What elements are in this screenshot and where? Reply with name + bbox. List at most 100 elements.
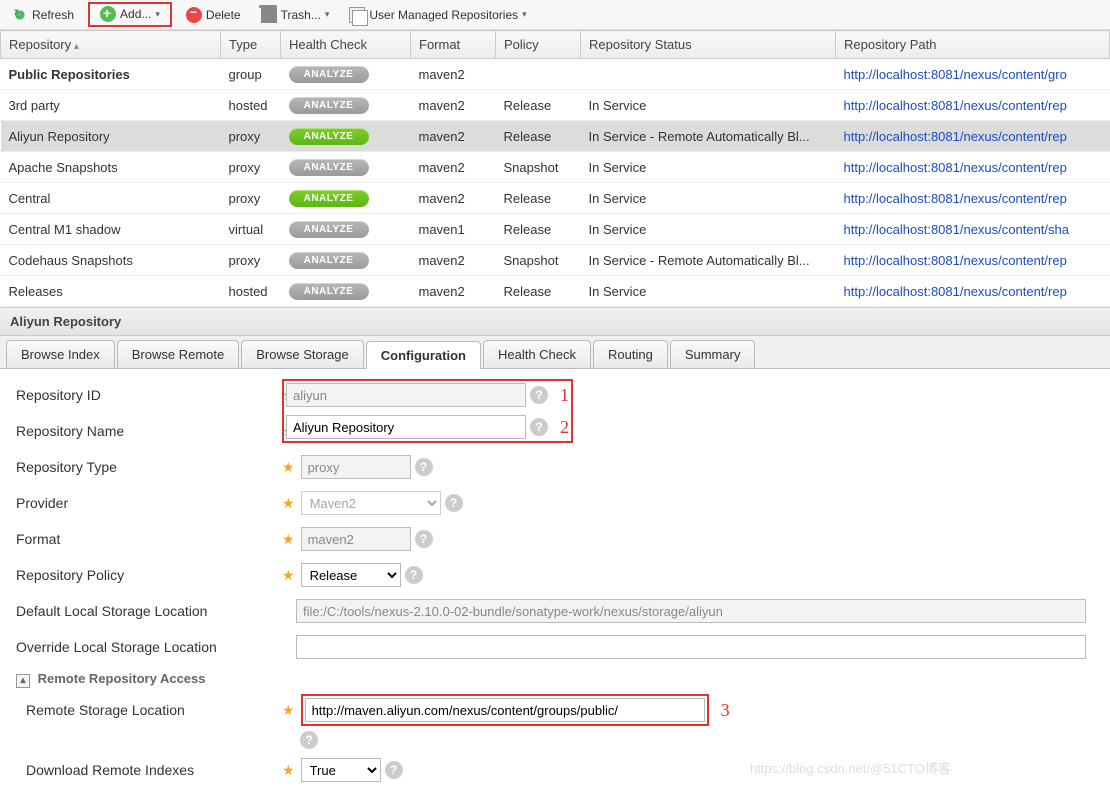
help-icon[interactable]: ? xyxy=(415,530,433,548)
table-row[interactable]: 3rd partyhostedANALYZEmaven2ReleaseIn Se… xyxy=(1,90,1110,121)
col-type[interactable]: Type xyxy=(221,31,281,59)
col-status[interactable]: Repository Status xyxy=(581,31,836,59)
repo-path-link[interactable]: http://localhost:8081/nexus/content/rep xyxy=(844,98,1067,113)
cell-format: maven2 xyxy=(411,183,496,214)
required-star: ★ xyxy=(282,495,295,512)
cell-policy: Release xyxy=(496,90,581,121)
col-path[interactable]: Repository Path xyxy=(836,31,1110,59)
help-icon[interactable]: ? xyxy=(385,761,403,779)
collapse-icon[interactable]: ▴ xyxy=(16,674,30,688)
table-row[interactable]: ReleaseshostedANALYZEmaven2ReleaseIn Ser… xyxy=(1,276,1110,307)
remote-location-label: Remote Storage Location xyxy=(12,702,282,718)
repo-path-link[interactable]: http://localhost:8081/nexus/content/rep xyxy=(844,284,1067,299)
user-managed-button[interactable]: User Managed Repositories ▾ xyxy=(343,5,532,25)
cell-path: http://localhost:8081/nexus/content/rep xyxy=(836,183,1110,214)
repo-name-label: Repository Name xyxy=(12,423,282,439)
analyze-button[interactable]: ANALYZE xyxy=(289,221,369,238)
help-icon[interactable]: ? xyxy=(415,458,433,476)
help-icon[interactable]: ? xyxy=(530,418,548,436)
tab-browse-remote[interactable]: Browse Remote xyxy=(117,340,239,368)
analyze-button[interactable]: ANALYZE xyxy=(289,190,369,207)
analyze-button[interactable]: ANALYZE xyxy=(289,159,369,176)
download-indexes-select[interactable]: True xyxy=(301,758,381,782)
configuration-form: ? 1 ? 2 Repository ID ★ Repository Name … xyxy=(0,369,1110,800)
remote-location-input[interactable] xyxy=(305,698,705,722)
cell-path: http://localhost:8081/nexus/content/rep xyxy=(836,276,1110,307)
repo-path-link[interactable]: http://localhost:8081/nexus/content/sha xyxy=(844,222,1070,237)
col-format[interactable]: Format xyxy=(411,31,496,59)
required-star: ★ xyxy=(282,762,295,779)
repo-type-label: Repository Type xyxy=(12,459,282,475)
cell-health: ANALYZE xyxy=(281,214,411,245)
cell-name: Central M1 shadow xyxy=(1,214,221,245)
analyze-button[interactable]: ANALYZE xyxy=(289,252,369,269)
toolbar: Refresh Add... ▾ Delete Trash... ▾ User … xyxy=(0,0,1110,30)
default-local-input[interactable] xyxy=(296,599,1086,623)
add-icon xyxy=(100,6,116,22)
add-button[interactable]: Add... ▾ xyxy=(94,4,166,24)
col-health[interactable]: Health Check xyxy=(281,31,411,59)
delete-button[interactable]: Delete xyxy=(180,5,247,25)
required-star: ★ xyxy=(282,702,295,719)
cell-type: proxy xyxy=(221,152,281,183)
annotation-2: 2 xyxy=(560,417,569,438)
cell-type: hosted xyxy=(221,90,281,121)
cell-policy xyxy=(496,59,581,90)
repo-path-link[interactable]: http://localhost:8081/nexus/content/rep xyxy=(844,191,1067,206)
panel-title: Aliyun Repository xyxy=(0,307,1110,336)
format-input[interactable] xyxy=(301,527,411,551)
analyze-button[interactable]: ANALYZE xyxy=(289,66,369,83)
repository-type-input[interactable] xyxy=(301,455,411,479)
refresh-button[interactable]: Refresh xyxy=(6,5,80,25)
col-repository[interactable]: Repository xyxy=(1,31,221,59)
repository-id-input[interactable] xyxy=(286,383,526,407)
provider-label: Provider xyxy=(12,495,282,511)
table-row[interactable]: Public RepositoriesgroupANALYZEmaven2htt… xyxy=(1,59,1110,90)
repository-name-input[interactable] xyxy=(286,415,526,439)
format-label: Format xyxy=(12,531,282,547)
help-icon[interactable]: ? xyxy=(300,731,318,749)
table-row[interactable]: Central M1 shadowvirtualANALYZEmaven1Rel… xyxy=(1,214,1110,245)
cell-health: ANALYZE xyxy=(281,59,411,90)
repository-table: Repository Type Health Check Format Poli… xyxy=(0,30,1110,307)
policy-select[interactable]: Release xyxy=(301,563,401,587)
cell-policy: Release xyxy=(496,276,581,307)
repo-path-link[interactable]: http://localhost:8081/nexus/content/rep xyxy=(844,160,1067,175)
trash-button[interactable]: Trash... ▾ xyxy=(255,5,336,25)
provider-select[interactable]: Maven2 xyxy=(301,491,441,515)
tab-summary[interactable]: Summary xyxy=(670,340,756,368)
cell-status xyxy=(581,59,836,90)
repo-path-link[interactable]: http://localhost:8081/nexus/content/rep xyxy=(844,129,1067,144)
tab-browse-storage[interactable]: Browse Storage xyxy=(241,340,364,368)
table-row[interactable]: Aliyun RepositoryproxyANALYZEmaven2Relea… xyxy=(1,121,1110,152)
col-policy[interactable]: Policy xyxy=(496,31,581,59)
tab-health-check[interactable]: Health Check xyxy=(483,340,591,368)
trash-icon xyxy=(261,7,277,23)
override-local-input[interactable] xyxy=(296,635,1086,659)
tab-browse-index[interactable]: Browse Index xyxy=(6,340,115,368)
cell-health: ANALYZE xyxy=(281,90,411,121)
chevron-down-icon: ▾ xyxy=(325,9,330,20)
cell-health: ANALYZE xyxy=(281,276,411,307)
repo-path-link[interactable]: http://localhost:8081/nexus/content/gro xyxy=(844,67,1067,82)
analyze-button[interactable]: ANALYZE xyxy=(289,128,369,145)
table-row[interactable]: Codehaus SnapshotsproxyANALYZEmaven2Snap… xyxy=(1,245,1110,276)
cell-path: http://localhost:8081/nexus/content/rep xyxy=(836,152,1110,183)
help-icon[interactable]: ? xyxy=(530,386,548,404)
annotation-1: 1 xyxy=(560,385,569,406)
cell-path: http://localhost:8081/nexus/content/rep xyxy=(836,121,1110,152)
cell-type: proxy xyxy=(221,245,281,276)
cell-status: In Service xyxy=(581,214,836,245)
tab-configuration[interactable]: Configuration xyxy=(366,341,481,369)
cell-format: maven2 xyxy=(411,90,496,121)
table-row[interactable]: Apache SnapshotsproxyANALYZEmaven2Snapsh… xyxy=(1,152,1110,183)
analyze-button[interactable]: ANALYZE xyxy=(289,283,369,300)
table-row[interactable]: CentralproxyANALYZEmaven2ReleaseIn Servi… xyxy=(1,183,1110,214)
analyze-button[interactable]: ANALYZE xyxy=(289,97,369,114)
cell-name: Apache Snapshots xyxy=(1,152,221,183)
tab-routing[interactable]: Routing xyxy=(593,340,668,368)
help-icon[interactable]: ? xyxy=(445,494,463,512)
repo-path-link[interactable]: http://localhost:8081/nexus/content/rep xyxy=(844,253,1067,268)
add-label: Add... xyxy=(120,7,151,21)
help-icon[interactable]: ? xyxy=(405,566,423,584)
